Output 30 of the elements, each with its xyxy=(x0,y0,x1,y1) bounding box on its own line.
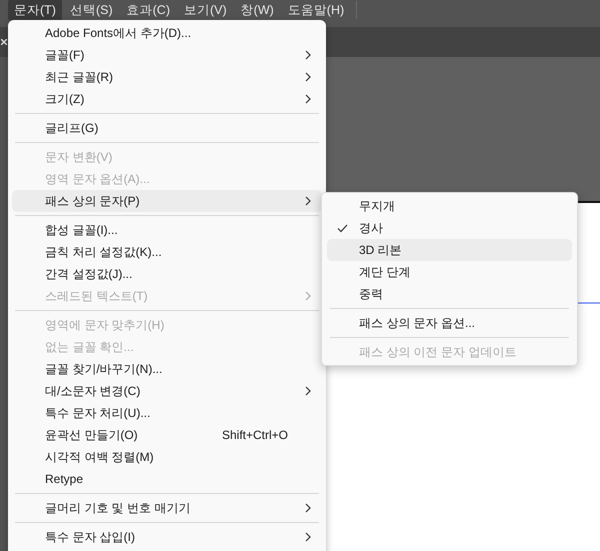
menu-item[interactable]: 글꼴(F) xyxy=(12,44,322,66)
menu-item[interactable]: Adobe Fonts에서 추가(D)... xyxy=(12,22,322,44)
menu-bar-item[interactable]: 도움말(H) xyxy=(282,0,350,20)
close-icon[interactable] xyxy=(1,39,7,45)
menu-bar-item[interactable]: 문자(T) xyxy=(8,0,62,20)
menu-item[interactable]: 계단 단계 xyxy=(327,261,572,283)
menu-item[interactable]: 합성 글꼴(I)... xyxy=(12,219,322,241)
menu-bar-item[interactable]: 창(W) xyxy=(234,0,280,20)
menu-item[interactable]: 대/소문자 변경(C) xyxy=(12,380,322,402)
menu-item[interactable]: 중력 xyxy=(327,283,572,305)
menu-bar-item[interactable]: 선택(S) xyxy=(64,0,119,20)
menu-item[interactable]: 3D 리본 xyxy=(327,239,572,261)
menu-item[interactable]: 경사 xyxy=(327,217,572,239)
menu-item[interactable]: 특수 문자 삽입(I) xyxy=(12,526,322,548)
menu-item[interactable]: 무지개 xyxy=(327,195,572,217)
menu-item[interactable]: 글꼴 찾기/바꾸기(N)... xyxy=(12,358,322,380)
menu-item[interactable]: 최근 글꼴(R) xyxy=(12,66,322,88)
menu-bar-item[interactable]: 보기(V) xyxy=(178,0,233,20)
menu-item[interactable]: Retype xyxy=(12,468,322,490)
menu-bar-item[interactable]: 효과(C) xyxy=(120,0,176,20)
menu-item[interactable]: 글리프(G) xyxy=(12,117,322,139)
menu-item[interactable]: 특수 문자 처리(U)... xyxy=(12,402,322,424)
menu-item[interactable]: 시각적 여백 정렬(M) xyxy=(12,446,322,468)
menu-item[interactable]: 글머리 기호 및 번호 매기기 xyxy=(12,497,322,519)
menu-item[interactable]: 윤곽선 만들기(O) Shift+Ctrl+O xyxy=(12,424,322,446)
menu-item[interactable]: 금칙 처리 설정값(K)... xyxy=(12,241,322,263)
menu-item[interactable]: 패스 상의 문자 옵션... xyxy=(327,312,572,334)
menu-item[interactable]: 패스 상의 문자(P) xyxy=(12,190,322,212)
menu-item[interactable]: 크기(Z) xyxy=(12,88,322,110)
menu-item[interactable]: 간격 설정값(J)... xyxy=(12,263,322,285)
